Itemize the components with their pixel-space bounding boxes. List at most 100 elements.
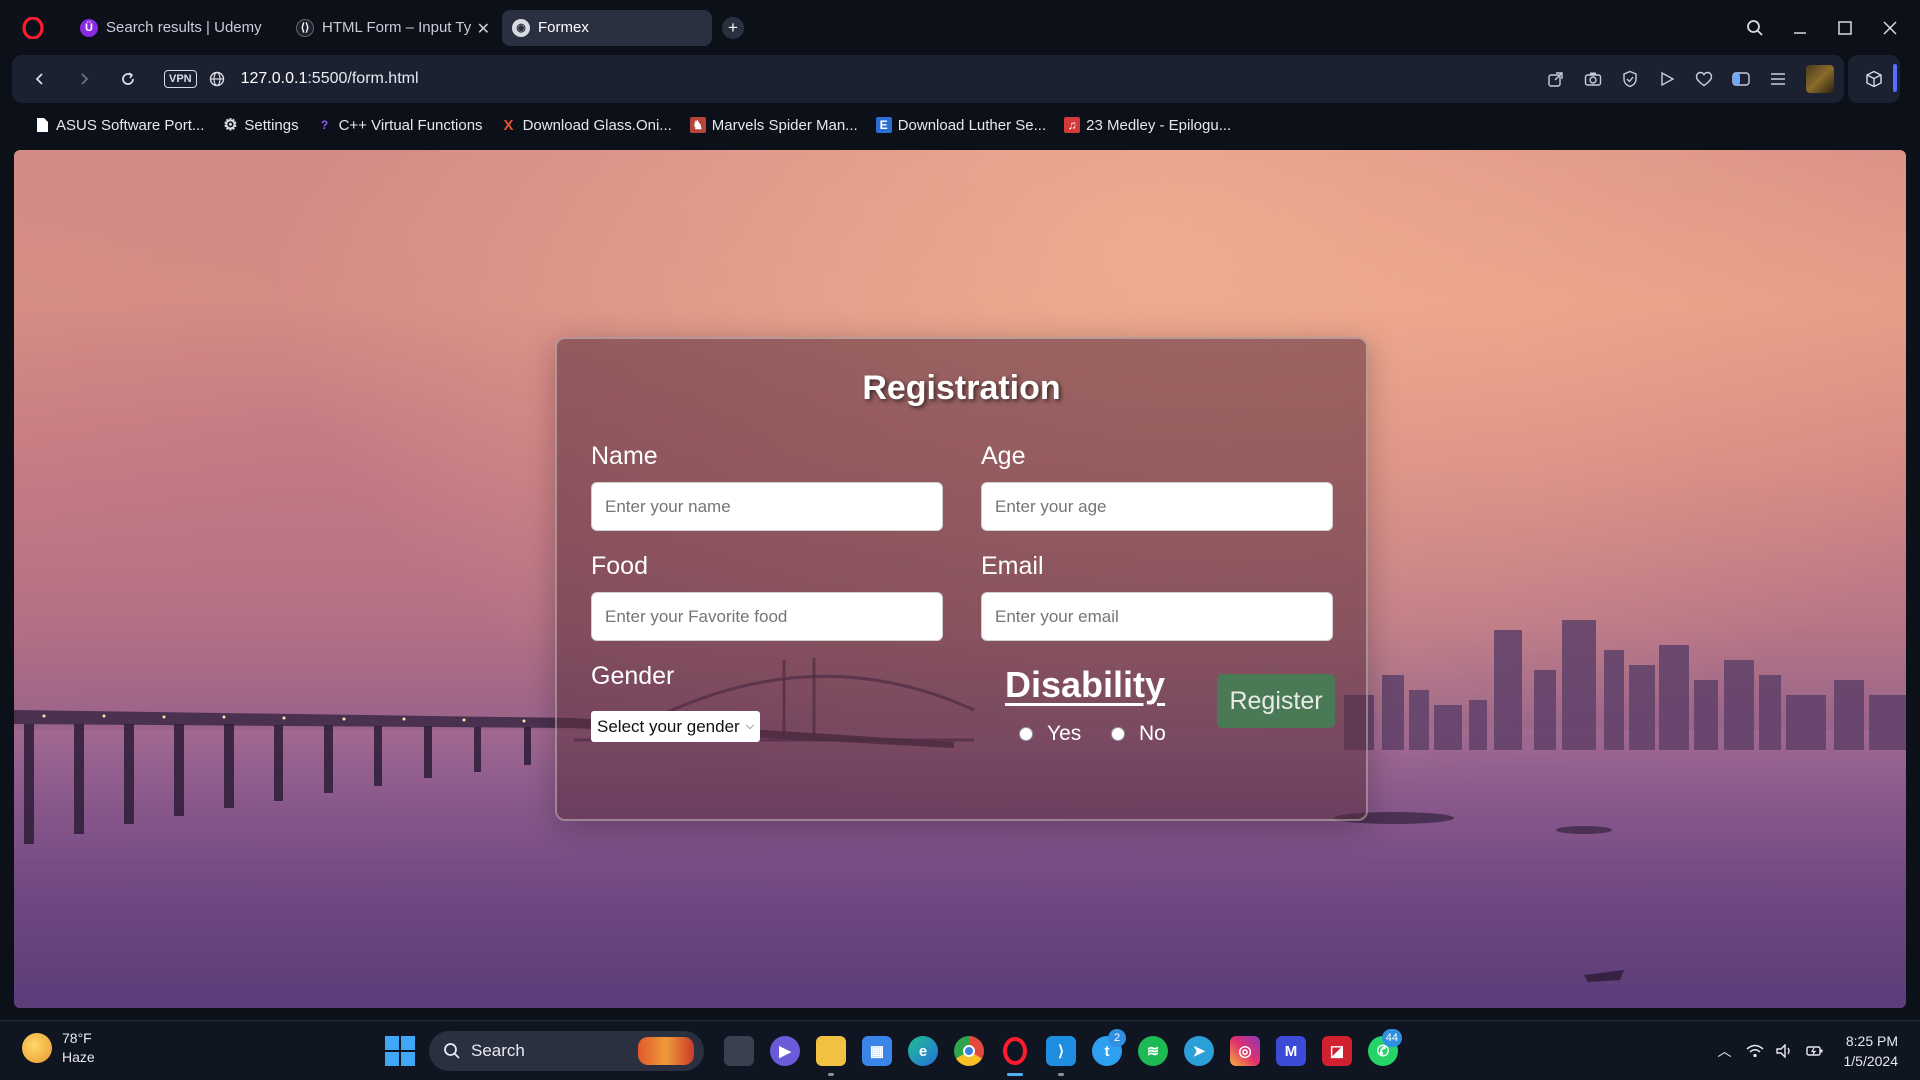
tab-label: HTML Form – Input Ty (322, 19, 472, 36)
close-window-icon[interactable] (1867, 0, 1912, 55)
disability-option-no[interactable]: No (1111, 722, 1166, 746)
store-icon: ▦ (862, 1036, 892, 1066)
twitter-app[interactable]: t2 (1084, 1023, 1130, 1079)
page-viewport: Registration Name Age Food Email Gender … (14, 150, 1906, 1008)
bookmark-medley[interactable]: ♫ 23 Medley - Epilogu... (1064, 117, 1231, 134)
chevron-down-icon: ⌵ (745, 720, 755, 732)
whatsapp-app[interactable]: ✆ 44 (1360, 1023, 1406, 1079)
weather-condition: Haze (62, 1049, 95, 1065)
taskbar-search-label: Search (471, 1041, 525, 1060)
spiderman-icon: ♞ (689, 117, 706, 133)
bookmark-cpp[interactable]: ? C++ Virtual Functions (317, 117, 483, 134)
url-field[interactable]: 127.0.0.1:5500/form.html (241, 70, 419, 88)
chrome-icon (954, 1036, 984, 1066)
gender-label: Gender (591, 662, 675, 690)
easy-setup-icon[interactable] (1759, 55, 1796, 103)
music-icon: ♫ (1064, 117, 1081, 133)
tab-label: Search results | Udemy (106, 19, 262, 36)
age-input[interactable] (981, 482, 1333, 531)
taskbar-search[interactable]: Search (429, 1031, 704, 1071)
bookmark-spiderman[interactable]: ♞ Marvels Spider Man... (689, 116, 858, 134)
register-button[interactable]: Register (1217, 674, 1335, 728)
chat-icon: ▶ (770, 1036, 800, 1066)
close-tab-icon[interactable]: ✕ (477, 19, 490, 39)
spotify-app[interactable]: ≋ (1130, 1023, 1176, 1079)
amd-app[interactable]: ◪ (1314, 1023, 1360, 1079)
registration-card: Registration Name Age Food Email Gender … (555, 337, 1368, 821)
telegram-app[interactable]: ➤ (1176, 1023, 1222, 1079)
gender-select[interactable]: Select your gender ⌵ (591, 711, 761, 742)
name-label: Name (591, 442, 658, 470)
chrome-app[interactable] (946, 1023, 992, 1079)
bookmark-luther[interactable]: E Download Luther Se... (875, 117, 1046, 134)
radio-no[interactable] (1111, 727, 1125, 741)
gender-select-value: Select your gender (597, 716, 740, 736)
bookmark-label: Marvels Spider Man... (711, 116, 858, 134)
tab-label: Formex (538, 19, 589, 36)
volume-icon[interactable] (1770, 1021, 1800, 1080)
teams-app[interactable]: ▶ (762, 1023, 808, 1079)
weather-sun-icon (22, 1033, 52, 1063)
bookmark-settings[interactable]: ⚙ Settings (222, 117, 298, 135)
sidebar-toggle-icon[interactable] (1722, 55, 1759, 103)
opera-icon (1000, 1036, 1030, 1066)
store-app[interactable]: ▦ (854, 1023, 900, 1079)
folder-icon (816, 1036, 846, 1066)
form-title: Registration (862, 369, 1061, 407)
tab-html-form[interactable]: ⟨⟩ HTML Form – Input Ty ✕ (286, 10, 496, 46)
task-view-app[interactable] (716, 1023, 762, 1079)
bookmark-label: C++ Virtual Functions (338, 116, 483, 134)
taskbar-apps: Search ▶ ▦ e ⟩ t2 ≋ ➤ ◎ M ◪ ✆ 44 (385, 1021, 1406, 1080)
profile-avatar[interactable] (1806, 65, 1834, 93)
search-tabs-icon[interactable] (1732, 0, 1777, 55)
age-label: Age (981, 442, 1026, 470)
camera-icon[interactable] (1574, 55, 1611, 103)
new-tab-button[interactable]: + (722, 16, 744, 39)
battery-icon[interactable] (1800, 1021, 1830, 1080)
wifi-icon[interactable] (1740, 1021, 1770, 1080)
maximize-icon[interactable] (1822, 0, 1867, 55)
food-input[interactable] (591, 592, 943, 641)
instagram-app[interactable]: ◎ (1222, 1023, 1268, 1079)
name-input[interactable] (591, 482, 943, 531)
vscode-app[interactable]: ⟩ (1038, 1023, 1084, 1079)
opera-logo-icon[interactable] (22, 16, 44, 39)
tab-udemy[interactable]: Ü Search results | Udemy (70, 10, 270, 46)
edge-app[interactable]: e (900, 1023, 946, 1079)
radio-yes[interactable] (1019, 727, 1033, 741)
reload-button[interactable] (106, 57, 150, 101)
address-bar: VPN 127.0.0.1:5500/form.html (12, 55, 1844, 103)
share-icon[interactable] (1537, 55, 1574, 103)
browser-tab-bar: Ü Search results | Udemy ⟨⟩ HTML Form – … (0, 0, 1920, 55)
twitter-badge: 2 (1108, 1029, 1126, 1047)
weather-widget[interactable]: 78°F Haze (22, 1029, 95, 1067)
search-icon (444, 1043, 460, 1059)
windows-taskbar: 78°F Haze Search ▶ ▦ e ⟩ t2 ≋ ➤ ◎ M ◪ ✆ 4… (0, 1020, 1920, 1080)
site-info-icon[interactable] (209, 71, 225, 87)
email-label: Email (981, 552, 1044, 580)
radio-yes-label: Yes (1047, 722, 1082, 745)
bookmarks-bar: ASUS Software Port... ⚙ Settings ? C++ V… (0, 108, 1920, 142)
forward-button[interactable] (62, 57, 106, 101)
maestro-app[interactable]: M (1268, 1023, 1314, 1079)
play-icon[interactable] (1648, 55, 1685, 103)
heart-icon[interactable] (1685, 55, 1722, 103)
document-icon (34, 117, 50, 133)
file-explorer-app[interactable] (808, 1023, 854, 1079)
vpn-badge[interactable]: VPN (164, 70, 197, 88)
opera-app[interactable] (992, 1023, 1038, 1079)
bookmark-label: ASUS Software Port... (56, 116, 205, 134)
back-button[interactable] (18, 57, 62, 101)
windows-start-icon[interactable] (385, 1036, 415, 1066)
bookmark-asus[interactable]: ASUS Software Port... (34, 117, 204, 134)
window-controls (1732, 0, 1920, 55)
shield-icon[interactable] (1611, 55, 1648, 103)
email-input[interactable] (981, 592, 1333, 641)
tab-formex[interactable]: ◉ Formex (502, 9, 712, 46)
clock[interactable]: 8:25 PM 1/5/2024 (1844, 1031, 1899, 1071)
chevron-up-icon[interactable]: ︿ (1710, 1021, 1740, 1080)
disability-option-yes[interactable]: Yes (1019, 722, 1081, 746)
e-icon: E (875, 117, 892, 133)
bookmark-glass-onion[interactable]: X Download Glass.Oni... (501, 117, 672, 134)
minimize-icon[interactable] (1777, 0, 1822, 55)
